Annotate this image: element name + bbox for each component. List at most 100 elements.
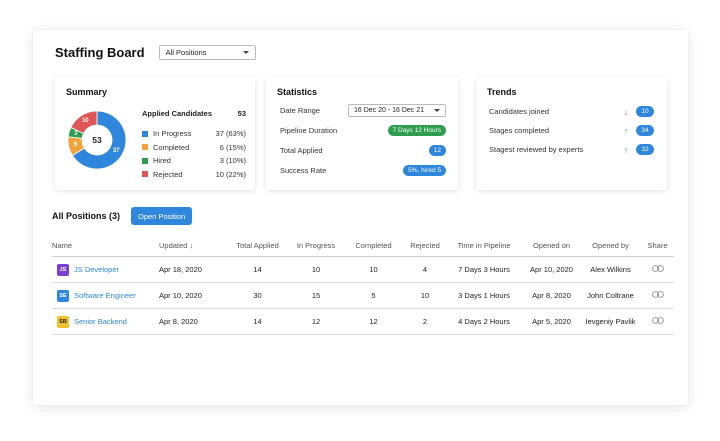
- legend-item: Completed 6 (15%): [142, 141, 246, 155]
- donut-segment-label: 3: [74, 130, 78, 137]
- trend-count-badge: 32: [636, 144, 654, 155]
- updated-cell: Apr 10, 2020: [159, 291, 202, 300]
- share-link-icon[interactable]: [641, 317, 674, 326]
- summary-donut-chart: 37 6 3 10 53: [67, 110, 127, 170]
- applied-candidates-label: Applied Candidates: [142, 109, 213, 118]
- date-range-select[interactable]: 16 Dec 20 - 16 Dec 21: [348, 104, 446, 117]
- date-range-label: Date Range: [280, 106, 321, 115]
- position-link[interactable]: Senior Backend: [74, 317, 127, 326]
- summary-title: Summary: [66, 87, 108, 97]
- positions-table: Name Updated ↓ Total Applied In Progress…: [52, 235, 674, 335]
- positions-header: All Positions (3) Open Position: [52, 207, 193, 225]
- time-in-pipeline-cell: 3 Days 1 Hours: [458, 291, 510, 300]
- col-opened-by-header[interactable]: Opened by: [580, 241, 641, 250]
- arrow-up-icon: ↑: [623, 144, 629, 155]
- opened-on-cell: Apr 8, 2020: [532, 291, 571, 300]
- in-progress-cell: 12: [311, 317, 321, 326]
- open-position-button[interactable]: Open Position: [131, 207, 193, 225]
- staffing-board-panel: Staffing Board All Positions Summary 37 6…: [33, 30, 688, 405]
- stat-total-applied: Total Applied 12: [280, 145, 446, 156]
- legend-value: 37 (63%): [215, 129, 246, 139]
- trend-label: Stages completed: [489, 126, 550, 135]
- rejected-cell: 10: [420, 291, 430, 300]
- legend-label: Hired: [153, 156, 171, 166]
- legend-label: Rejected: [153, 169, 183, 179]
- total-applied-label: Total Applied: [280, 146, 323, 155]
- col-total-applied-header[interactable]: Total Applied: [225, 241, 290, 250]
- opened-on-cell: Apr 10, 2020: [530, 265, 573, 274]
- col-name-header[interactable]: Name: [52, 241, 159, 250]
- opened-by-cell: Ievgeniy Pavlik: [585, 317, 636, 326]
- position-badge: SE: [57, 289, 69, 302]
- pipeline-duration-label: Pipeline Duration: [280, 126, 338, 135]
- position-link[interactable]: Software Engineer: [74, 291, 136, 300]
- time-in-pipeline-cell: 7 Days 3 Hours: [458, 265, 510, 274]
- table-row[interactable]: SB Senior Backend Apr 8, 2020 14 12 12 2…: [52, 309, 674, 335]
- positions-title: All Positions (3): [52, 211, 121, 221]
- success-rate-badge: 5%, hired 5: [403, 165, 446, 176]
- page-title: Staffing Board: [55, 45, 145, 60]
- updated-cell: Apr 18, 2020: [159, 265, 202, 274]
- legend-value: 6 (15%): [219, 142, 246, 152]
- legend-swatch: [142, 130, 148, 137]
- col-completed-header[interactable]: Completed: [342, 241, 405, 250]
- share-link-icon[interactable]: [641, 265, 674, 274]
- legend-value: 3 (10%): [219, 156, 246, 166]
- donut-total: 53: [92, 135, 102, 145]
- positions-select-value: All Positions: [165, 48, 207, 57]
- col-in-progress-header[interactable]: In Progress: [290, 241, 342, 250]
- time-in-pipeline-cell: 4 Days 2 Hours: [458, 317, 510, 326]
- summary-card: Summary 37 6 3 10 53 Applied Candidates 53 …: [55, 77, 255, 190]
- total-applied-cell: 14: [253, 265, 262, 274]
- legend-label: In Progress: [153, 129, 192, 139]
- position-name-cell: JS JS Developer: [52, 263, 159, 276]
- completed-cell: 5: [371, 291, 376, 300]
- col-time-in-pipeline-header[interactable]: Time in Pipeline: [445, 241, 523, 250]
- trends-card: Trends Candidates joined ↓ 10 Stages com…: [476, 77, 667, 190]
- total-applied-badge: 12: [428, 145, 446, 156]
- trends-title: Trends: [487, 87, 517, 97]
- rejected-cell: 2: [422, 317, 428, 326]
- col-opened-on-header[interactable]: Opened on: [523, 241, 580, 250]
- legend-label: Completed: [153, 142, 190, 152]
- opened-on-cell: Apr 5, 2020: [532, 317, 571, 326]
- table-row[interactable]: SE Software Engineer Apr 10, 2020 30 15 …: [52, 283, 674, 309]
- legend-value: 10 (22%): [215, 169, 246, 179]
- donut-segment-label: 6: [73, 141, 78, 148]
- legend-swatch: [142, 157, 148, 164]
- success-rate-label: Success Rate: [280, 166, 327, 175]
- total-applied-cell: 30: [253, 291, 262, 300]
- table-row[interactable]: JS JS Developer Apr 18, 2020 14 10 10 4 …: [52, 257, 674, 283]
- legend-swatch: [142, 171, 148, 178]
- stat-success-rate: Success Rate 5%, hired 5: [280, 165, 446, 176]
- donut-segment-label: 37: [112, 147, 120, 154]
- position-badge: SB: [57, 315, 69, 328]
- legend-item: In Progress 37 (63%): [142, 127, 246, 141]
- position-name-cell: SB Senior Backend: [52, 315, 159, 328]
- date-range-value: 16 Dec 20 - 16 Dec 21: [354, 107, 425, 114]
- position-name-cell: SE Software Engineer: [52, 289, 159, 302]
- legend-swatch: [142, 144, 148, 151]
- col-updated-header[interactable]: Updated ↓: [159, 241, 225, 250]
- completed-cell: 10: [369, 265, 378, 274]
- chevron-down-icon: [242, 51, 249, 54]
- col-rejected-header[interactable]: Rejected: [405, 241, 445, 250]
- chevron-down-icon: [434, 109, 440, 112]
- col-share-header: Share: [647, 241, 668, 250]
- position-link[interactable]: JS Developer: [74, 265, 119, 274]
- trend-count-badge: 34: [636, 125, 654, 136]
- opened-by-cell: Alex Wilkins: [590, 265, 631, 274]
- statistics-card: Statistics Date Range 16 Dec 20 - 16 Dec…: [266, 77, 458, 190]
- share-link-icon[interactable]: [641, 291, 674, 300]
- updated-cell: Apr 8, 2020: [159, 317, 198, 326]
- donut-segment-label: 10: [81, 118, 89, 125]
- total-applied-cell: 14: [253, 317, 262, 326]
- legend-item: Hired 3 (10%): [142, 154, 246, 168]
- positions-select[interactable]: All Positions: [158, 45, 256, 60]
- opened-by-cell: John Coltrane: [587, 291, 634, 300]
- in-progress-cell: 15: [311, 291, 321, 300]
- trend-item: Stages completed ↑ 34: [489, 125, 654, 136]
- trend-item: Candidates joined ↓ 10: [489, 106, 654, 117]
- trend-item: Stagest reviewed by experts ↑ 32: [489, 144, 654, 155]
- in-progress-cell: 10: [311, 265, 321, 274]
